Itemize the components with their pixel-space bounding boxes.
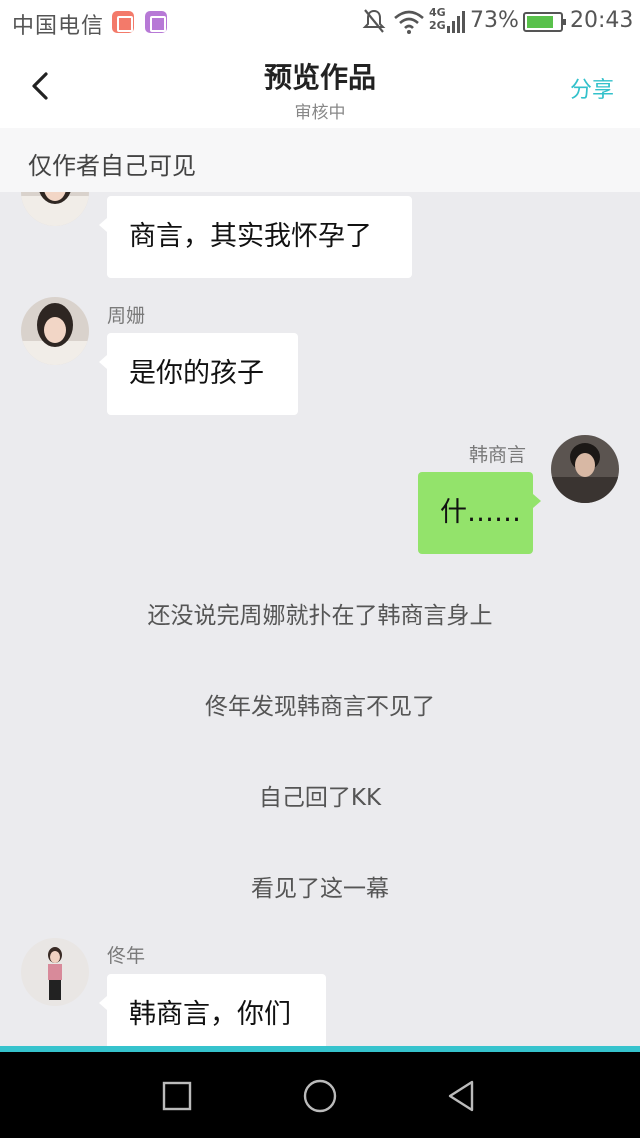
mute-icon [362,9,386,33]
narration-text: 自己回了KK [258,785,382,811]
narration-text: 看见了这一幕 [251,876,389,902]
share-button[interactable]: 分享 [570,72,614,104]
chat-bubble-sent[interactable]: 什…… [418,472,541,554]
chat-bubble-received[interactable]: 是你的孩子 [99,333,298,415]
narration-text: 还没说完周娜就扑在了韩商言身上 [147,603,493,629]
system-nav-bar [0,1052,640,1138]
narration-text: 佟年发现韩商言不见了 [205,694,435,720]
gallery-notification-icon [145,11,167,33]
sender-name: 佟年 [107,945,146,967]
carrier-label: 中国电信 [12,14,105,39]
status-bar: 中国电信 4G 2G 73% 20:43 [0,0,640,44]
sender-name: 韩商言 [469,444,527,466]
battery-percent: 73% [470,8,519,33]
zhou-shan-avatar[interactable] [21,192,89,226]
network-type-label: 4G 2G [429,6,446,32]
chat-bubble-received[interactable]: 韩商言，你们 [99,974,326,1046]
han-shangyan-avatar[interactable] [551,435,619,503]
zhou-shan-avatar[interactable] [21,297,89,365]
top-app-bar: 预览作品 审核中 分享 [0,44,640,128]
tong-nian-avatar[interactable] [21,938,89,1006]
mail-notification-icon [112,11,134,33]
sender-name: 周姗 [107,305,146,327]
triangle-back-icon[interactable] [442,1076,482,1116]
visibility-notice-text: 仅作者自己可见 [28,152,196,180]
chat-area[interactable]: 商言，其实我怀孕了 周姗 是你的孩子 韩商言 什…… 还没说完周娜就扑在了韩商言… [0,192,640,1046]
visibility-notice: 仅作者自己可见 [0,128,640,192]
chat-bubble-received[interactable]: 商言，其实我怀孕了 [99,196,412,278]
battery-icon [523,12,566,32]
square-icon[interactable] [157,1076,197,1116]
circle-icon[interactable] [300,1076,340,1116]
wifi-icon [394,10,424,34]
review-status: 审核中 [294,103,346,123]
page-title: 预览作品 [263,61,376,94]
clock: 20:43 [570,8,634,33]
signal-icon [447,11,465,33]
